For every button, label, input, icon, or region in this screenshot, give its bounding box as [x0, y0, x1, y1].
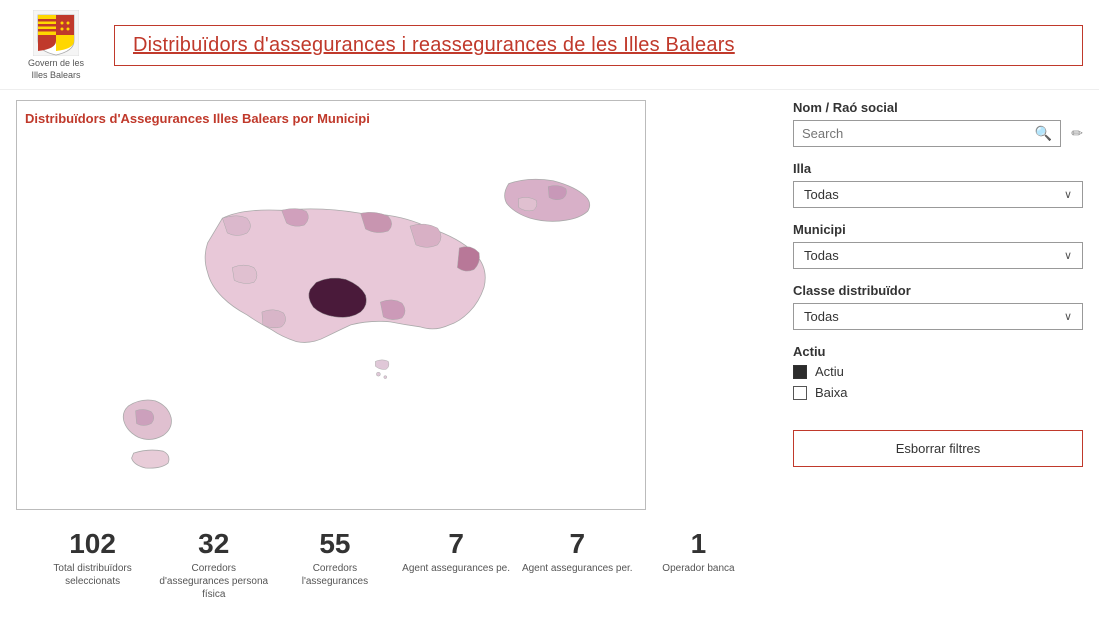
actiu-filter-group: Actiu Actiu Baixa — [793, 344, 1083, 400]
chevron-down-icon: ∨ — [1064, 310, 1072, 323]
eivissa-group — [123, 400, 171, 439]
classe-value: Todas — [804, 309, 839, 324]
stat-agent2-number: 7 — [521, 528, 634, 560]
map-container — [25, 132, 637, 492]
esborrar-filtres-button[interactable]: Esborrar filtres — [793, 430, 1083, 467]
illa-value: Todas — [804, 187, 839, 202]
baixa-option-label: Baixa — [815, 385, 848, 400]
stat-agent2-label: Agent assegurances per. — [521, 562, 634, 575]
stat-agent1-number: 7 — [400, 528, 513, 560]
logo-icon — [33, 10, 79, 56]
menorca-group — [505, 180, 590, 222]
eraser-icon[interactable]: ✏ — [1071, 125, 1083, 142]
checkbox-empty-icon — [793, 386, 807, 400]
stat-agent1-label: Agent assegurances pe. — [400, 562, 513, 575]
header: Govern de les Illes Balears Distribuïdor… — [0, 0, 1099, 90]
formentera-group — [132, 450, 169, 468]
logo-text: Govern de les Illes Balears — [28, 58, 84, 81]
actiu-option-label: Actiu — [815, 364, 844, 379]
classe-label: Classe distribuïdor — [793, 283, 1083, 298]
stat-corredors-label: Corredors l'assegurances — [278, 562, 391, 588]
title-box: Distribuïdors d'assegurances i reassegur… — [114, 25, 1083, 66]
stats-row: 102 Total distribuïdors seleccionats 32 … — [16, 514, 775, 605]
classe-filter-group: Classe distribuïdor Todas ∨ — [793, 283, 1083, 330]
stat-corredors-fisica: 32 Corredors d'assegurances persona físi… — [153, 524, 274, 605]
actiu-label: Actiu — [793, 344, 1083, 359]
stat-corredors: 55 Corredors l'assegurances — [274, 524, 395, 605]
map-title: Distribuïdors d'Assegurances Illes Balea… — [25, 111, 637, 126]
actiu-checkboxes: Actiu Baixa — [793, 364, 1083, 400]
stat-operador-label: Operador banca — [642, 562, 755, 575]
map-svg — [25, 132, 637, 492]
illa-label: Illa — [793, 161, 1083, 176]
chevron-down-icon: ∨ — [1064, 188, 1072, 201]
stat-agent1: 7 Agent assegurances pe. — [396, 524, 517, 605]
municipi-label: Municipi — [793, 222, 1083, 237]
stat-agent2: 7 Agent assegurances per. — [517, 524, 638, 605]
municipi-select[interactable]: Todas ∨ — [793, 242, 1083, 269]
chevron-down-icon: ∨ — [1064, 249, 1072, 262]
mallorca-group — [205, 209, 485, 379]
actiu-checkbox-actiu[interactable]: Actiu — [793, 364, 1083, 379]
map-section: Distribuïdors d'Assegurances Illes Balea… — [16, 100, 775, 605]
actiu-checkbox-baixa[interactable]: Baixa — [793, 385, 1083, 400]
classe-select[interactable]: Todas ∨ — [793, 303, 1083, 330]
stat-total-number: 102 — [36, 528, 149, 560]
stat-corredors-fisica-label: Corredors d'assegurances persona física — [157, 562, 270, 601]
map-box: Distribuïdors d'Assegurances Illes Balea… — [16, 100, 646, 510]
stat-corredors-number: 55 — [278, 528, 391, 560]
checkbox-filled-icon — [793, 365, 807, 379]
nom-filter-group: Nom / Raó social 🔍 ✏ — [793, 100, 1083, 147]
nom-label: Nom / Raó social — [793, 100, 1083, 115]
search-wrapper: 🔍 — [793, 120, 1061, 147]
search-input[interactable] — [802, 126, 1029, 141]
main-content: Distribuïdors d'Assegurances Illes Balea… — [0, 90, 1099, 605]
municipi-value: Todas — [804, 248, 839, 263]
illa-filter-group: Illa Todas ∨ — [793, 161, 1083, 208]
page-title: Distribuïdors d'assegurances i reassegur… — [133, 34, 735, 56]
stat-total-label: Total distribuïdors seleccionats — [36, 562, 149, 588]
stat-corredors-fisica-number: 32 — [157, 528, 270, 560]
logo-area: Govern de les Illes Balears — [16, 10, 96, 81]
stat-operador: 1 Operador banca — [638, 524, 759, 605]
search-button[interactable]: 🔍 — [1035, 125, 1052, 142]
search-icon: 🔍 — [1035, 125, 1052, 141]
right-panel: Nom / Raó social 🔍 ✏ Illa Todas ∨ Munici — [793, 100, 1083, 605]
stat-operador-number: 1 — [642, 528, 755, 560]
illa-select[interactable]: Todas ∨ — [793, 181, 1083, 208]
municipi-filter-group: Municipi Todas ∨ — [793, 222, 1083, 269]
stat-total: 102 Total distribuïdors seleccionats — [32, 524, 153, 605]
